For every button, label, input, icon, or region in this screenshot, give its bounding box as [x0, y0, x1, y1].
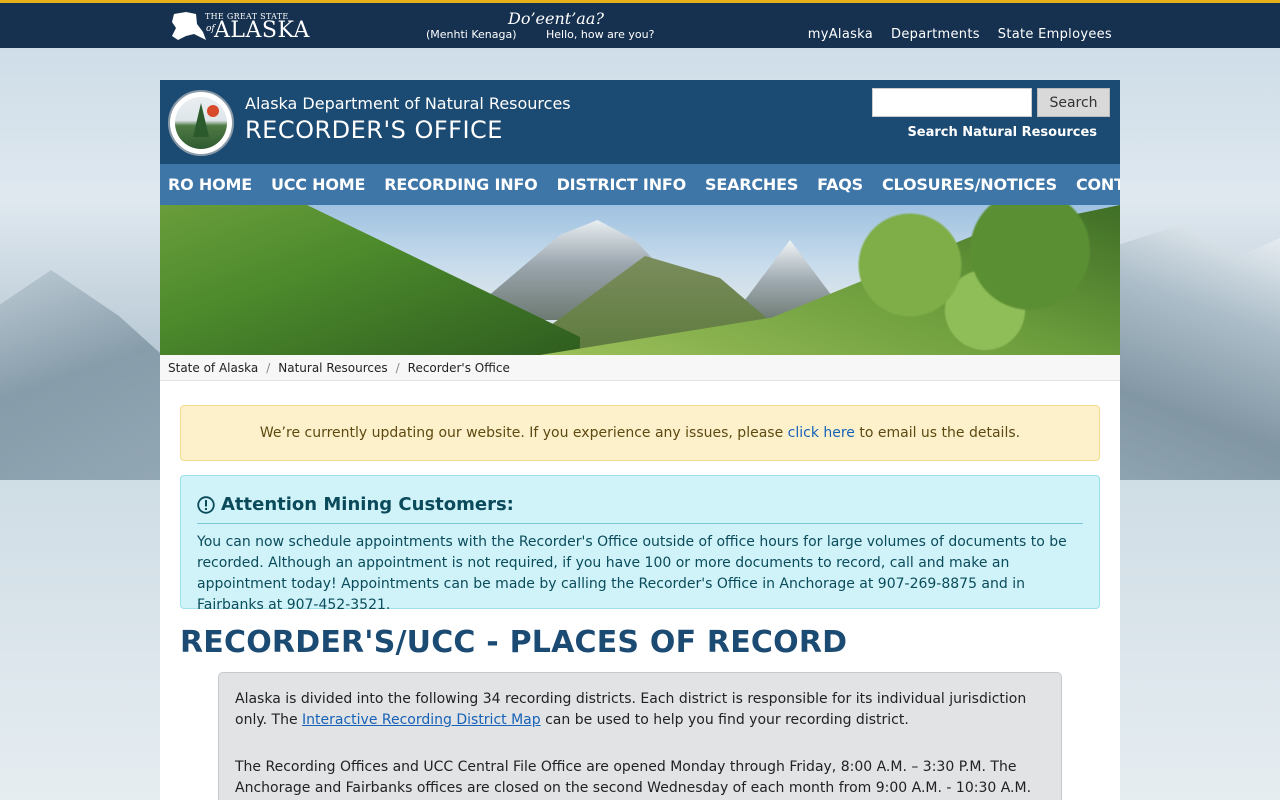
nav-ucc-home[interactable]: UCC HOME — [271, 175, 365, 194]
info-paragraph-districts: Alaska is divided into the following 34 … — [235, 689, 1045, 731]
nav-contact-us[interactable]: CONTACT US — [1076, 175, 1120, 194]
greeting-title: Do’eent’aa? — [508, 9, 604, 28]
state-nav-myalaska[interactable]: myAlaska — [808, 27, 873, 42]
alert-title: Attention Mining Customers: — [221, 494, 514, 515]
notice-email-link[interactable]: click here — [788, 425, 855, 441]
search-scope-label: Search Natural Resources — [907, 125, 1097, 140]
nav-closures-notices[interactable]: CLOSURES/NOTICES — [882, 175, 1057, 194]
state-nav-state-employees[interactable]: State Employees — [998, 27, 1112, 42]
department-name: Alaska Department of Natural Resources — [245, 94, 571, 113]
background-mountain-left — [0, 270, 170, 500]
state-nav-departments[interactable]: Departments — [891, 27, 980, 42]
places-of-record-info: Alaska is divided into the following 34 … — [218, 672, 1062, 800]
nav-ro-home[interactable]: RO HOME — [168, 175, 252, 194]
background-mountain-right — [1115, 225, 1280, 485]
nav-recording-info[interactable]: RECORDING INFO — [384, 175, 538, 194]
search-button[interactable]: Search — [1037, 88, 1110, 117]
breadcrumb-natural-resources[interactable]: Natural Resources — [278, 361, 387, 375]
interactive-map-link[interactable]: Interactive Recording District Map — [302, 712, 541, 728]
alert-heading: Attention Mining Customers: — [197, 492, 1083, 524]
greeting-translation: Hello, how are you? — [546, 28, 655, 41]
office-name: RECORDER'S OFFICE — [245, 116, 503, 144]
notice-text-after: to email us the details. — [854, 425, 1021, 441]
breadcrumb-separator: / — [395, 360, 400, 375]
state-bar: THE GREAT STATE of ALASKA Do’eent’aa? (M… — [0, 0, 1280, 48]
exclamation-circle-icon — [197, 495, 215, 514]
banner-trees — [820, 205, 1120, 355]
nav-district-info[interactable]: DISTRICT INFO — [557, 175, 687, 194]
page-title: RECORDER'S/UCC - PLACES OF RECORD — [180, 625, 848, 660]
breadcrumb: State of Alaska / Natural Resources / Re… — [160, 355, 1120, 381]
greeting-language: (Menhti Kenaga) — [426, 28, 517, 41]
info-text-after: can be used to help you find your record… — [540, 712, 909, 728]
seal-landscape — [175, 97, 227, 149]
dnr-header: Alaska Department of Natural Resources R… — [160, 80, 1120, 164]
seal-tree — [193, 103, 209, 137]
website-update-notice: We’re currently updating our website. If… — [180, 405, 1100, 461]
nav-faqs[interactable]: FAQS — [817, 175, 863, 194]
mining-customers-alert: Attention Mining Customers: You can now … — [180, 475, 1100, 613]
main-nav: RO HOME UCC HOME RECORDING INFO DISTRICT… — [160, 164, 1120, 205]
dnr-seal-icon[interactable] — [168, 90, 234, 156]
main-container: Alaska Department of Natural Resources R… — [160, 80, 1120, 800]
state-nav: myAlaska Departments State Employees — [808, 27, 1112, 42]
alaska-map-icon — [172, 12, 206, 40]
breadcrumb-separator: / — [266, 360, 271, 375]
alert-body: You can now schedule appointments with t… — [197, 534, 1067, 613]
info-paragraph-hours: The Recording Offices and UCC Central Fi… — [235, 759, 1032, 796]
state-of-alaska-logo[interactable]: THE GREAT STATE of ALASKA — [170, 8, 310, 44]
breadcrumb-state[interactable]: State of Alaska — [168, 361, 258, 375]
search-input[interactable] — [872, 88, 1032, 117]
breadcrumb-current: Recorder's Office — [407, 360, 510, 375]
logo-big-text: ALASKA — [214, 18, 310, 43]
notice-text-before: We’re currently updating our website. If… — [259, 425, 788, 441]
hero-banner-image — [160, 205, 1120, 355]
nav-searches[interactable]: SEARCHES — [705, 175, 798, 194]
